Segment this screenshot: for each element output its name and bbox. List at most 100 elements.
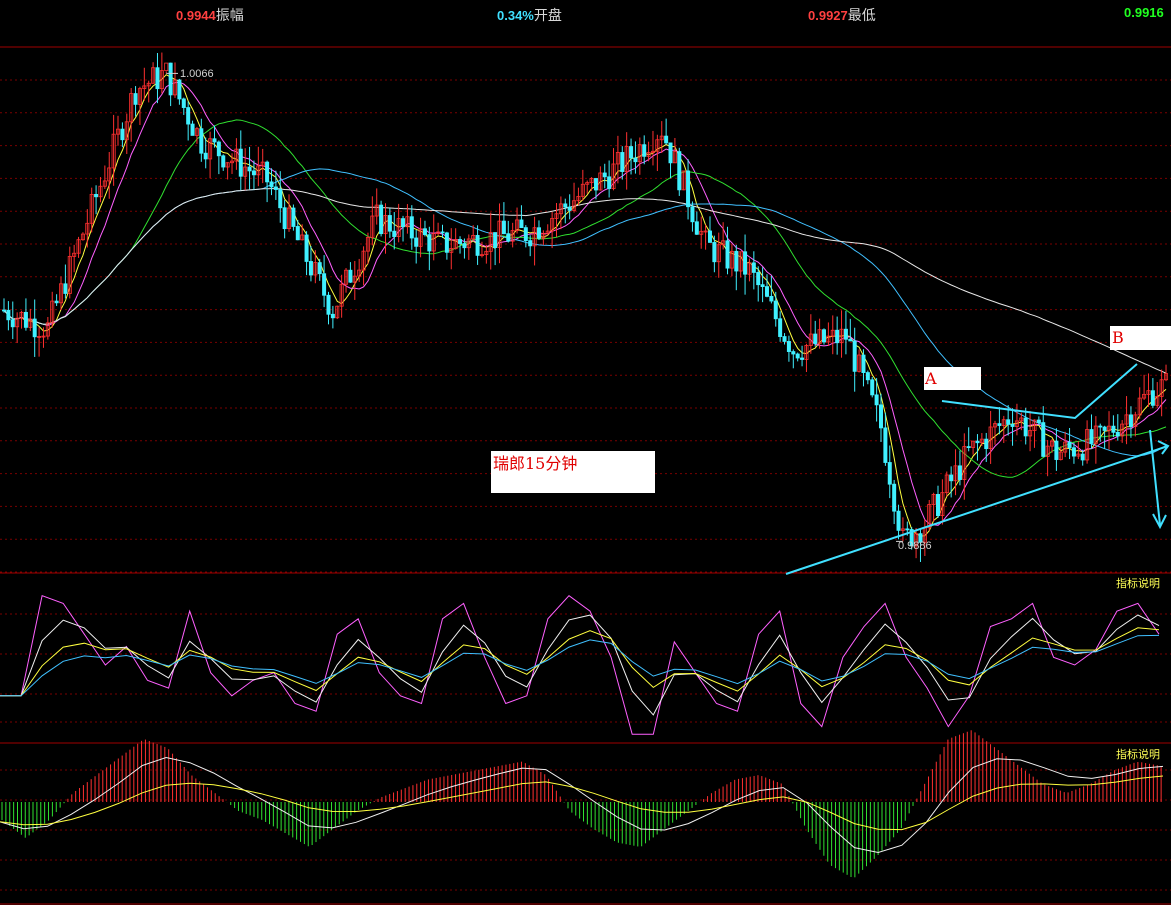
candle-body	[238, 148, 243, 177]
candle-body	[642, 144, 647, 157]
candle-body	[690, 206, 695, 223]
candle-body	[251, 170, 256, 176]
candle-body	[694, 221, 699, 235]
breakdown-arrow	[1149, 429, 1161, 526]
candle-body	[1111, 425, 1116, 433]
candle-body	[664, 135, 669, 144]
candle-body	[427, 234, 432, 252]
candle-body	[905, 528, 910, 531]
candle-body	[295, 226, 300, 241]
candle-body	[304, 234, 309, 262]
candle-body	[322, 273, 327, 296]
kdj-k-line	[0, 614, 1160, 716]
candle-body	[6, 309, 11, 321]
candle-body	[1067, 441, 1072, 449]
candle-body	[348, 269, 353, 283]
candle-body	[10, 319, 15, 328]
candle-body	[1089, 429, 1094, 444]
kdj-indicator-info-button[interactable]: 指标说明	[1116, 575, 1160, 591]
candle-body	[764, 286, 769, 297]
candle-body	[409, 216, 414, 239]
candle-body	[221, 155, 226, 168]
ma120-line	[3, 188, 1167, 374]
candle-body	[887, 462, 892, 485]
candle-body	[317, 262, 322, 275]
candle-body	[778, 318, 783, 337]
candle-body	[493, 232, 498, 248]
candle-body	[800, 357, 805, 360]
candle-body	[966, 446, 971, 448]
macd-dea-line	[0, 775, 1164, 831]
candle-body	[743, 251, 748, 275]
candle-body	[1023, 417, 1028, 437]
candle-body	[168, 62, 173, 96]
candle-body	[668, 142, 673, 164]
candle-body	[282, 207, 287, 230]
candle-body	[1128, 414, 1133, 427]
candle-body	[563, 203, 568, 208]
candle-body	[892, 483, 897, 512]
candle-body	[1071, 447, 1076, 457]
candle-body	[199, 128, 204, 154]
candle-body	[536, 227, 541, 239]
candle-body	[1036, 419, 1041, 423]
candle-body	[593, 178, 598, 191]
candle-body	[475, 235, 480, 256]
ma60-line	[3, 168, 1167, 457]
candle-body	[177, 79, 182, 100]
candle-body	[181, 98, 186, 108]
candle-body	[506, 233, 511, 242]
macd-indicator-info-button[interactable]: 指标说明	[1116, 746, 1160, 762]
candle-body	[523, 227, 528, 241]
candle-body	[865, 372, 870, 381]
candle-body	[861, 354, 866, 373]
candle-body	[751, 262, 756, 273]
candle-body	[273, 186, 278, 190]
candle-body	[190, 123, 195, 136]
candle-body	[957, 465, 962, 480]
candle-body	[725, 240, 730, 269]
candle-body	[440, 231, 445, 234]
candle-body	[291, 207, 296, 227]
candle-body	[795, 353, 800, 359]
macd-dif-line	[0, 756, 1164, 854]
high-price-label: 1.0066	[180, 68, 214, 80]
candle-body	[212, 138, 217, 143]
candle-body	[458, 239, 463, 244]
candle-body	[852, 340, 857, 372]
candle-body	[686, 170, 691, 208]
candle-body	[607, 176, 612, 189]
candle-body	[94, 193, 99, 198]
candle-body	[629, 146, 634, 159]
candle-body	[269, 181, 274, 188]
candle-body	[308, 261, 313, 276]
candle-body	[54, 300, 59, 304]
candle-body	[379, 204, 384, 235]
candle-body	[1080, 453, 1085, 461]
candle-body	[879, 404, 884, 429]
candle-body	[567, 206, 572, 211]
candle-body	[216, 141, 221, 157]
candle-body	[1102, 426, 1107, 431]
candle-body	[23, 311, 28, 328]
candle-body	[883, 427, 888, 463]
candle-body	[602, 172, 607, 178]
candle-body	[330, 313, 335, 319]
point-b-label: B	[1110, 326, 1171, 350]
candle-body	[392, 230, 397, 237]
candle-body	[1098, 425, 1103, 428]
candle-body	[1006, 419, 1011, 425]
candle-body	[32, 318, 37, 338]
candle-body	[782, 336, 787, 342]
point-a-label: A	[924, 367, 981, 390]
candle-body	[422, 228, 427, 236]
candle-body	[984, 438, 989, 450]
candle-body	[444, 232, 449, 253]
candle-body	[247, 166, 252, 172]
candle-body	[265, 161, 270, 183]
candle-body	[949, 474, 954, 482]
kdj-j-line	[0, 595, 1160, 735]
candle-body	[414, 237, 419, 247]
candle-body	[835, 329, 840, 344]
candle-body	[120, 128, 125, 141]
